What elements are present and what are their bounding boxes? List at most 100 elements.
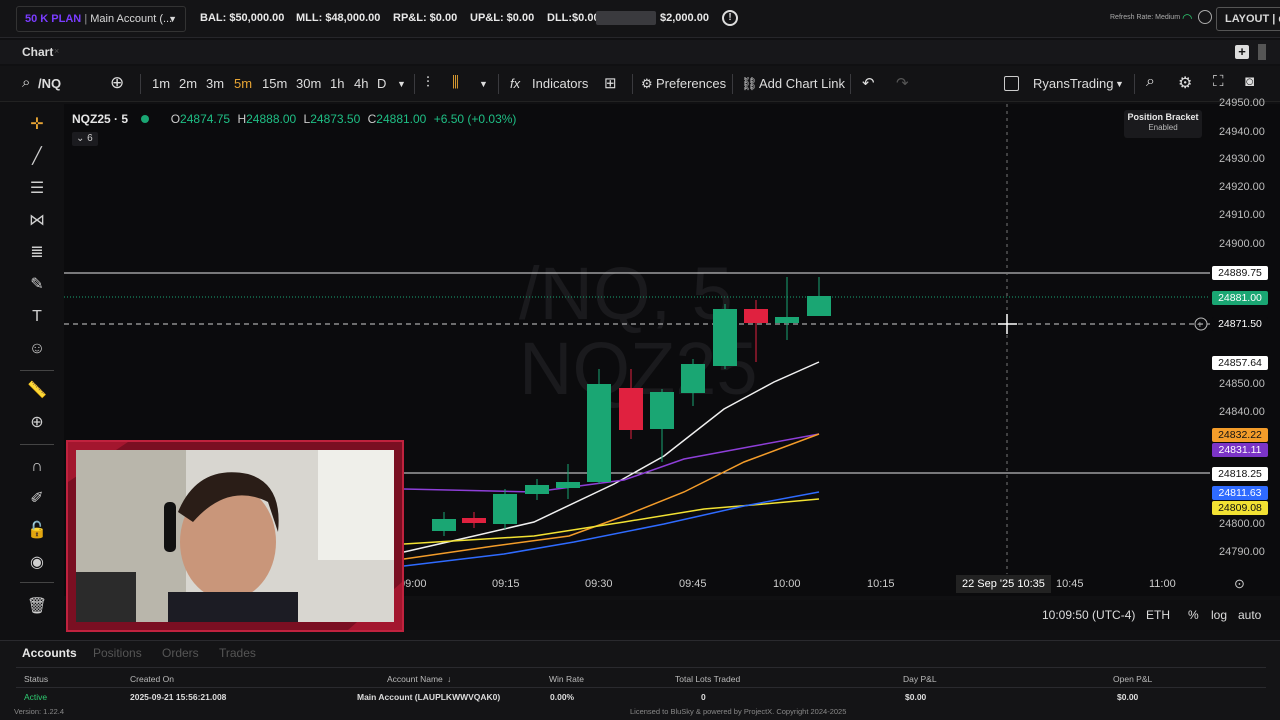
timeframe-4h[interactable]: 4h: [354, 76, 368, 91]
axis-settings-icon[interactable]: ⊙: [1234, 576, 1245, 592]
info-icon[interactable]: !: [722, 10, 738, 26]
pencil-lock-icon[interactable]: ✐: [26, 488, 48, 510]
position-bracket-label: Position Bracket: [1127, 112, 1199, 122]
price-label-ma-purple: 24831.11: [1212, 443, 1268, 457]
templates-grid-icon[interactable]: ⊞: [604, 74, 617, 92]
daily-loss-progress-bar: [596, 11, 656, 25]
checkbox[interactable]: [1004, 76, 1019, 91]
fullscreen-icon[interactable]: ⛶: [1213, 73, 1224, 90]
tab-chart[interactable]: Chart: [22, 45, 53, 59]
pattern-icon[interactable]: ⋈: [26, 210, 48, 232]
account-name-value[interactable]: Main Account (LAUPLKWWVQAK0): [357, 692, 500, 702]
undo-icon[interactable]: ↶: [862, 74, 875, 92]
timeframe-d[interactable]: D: [377, 76, 386, 91]
redo-icon[interactable]: ↷: [896, 74, 909, 92]
col-account-name[interactable]: Account Name: [387, 674, 443, 684]
profile-selector[interactable]: RyansTrading: [1033, 76, 1113, 91]
symbol-search[interactable]: /NQ: [38, 76, 61, 91]
settings-icon[interactable]: ⚙: [1178, 73, 1192, 93]
auto-toggle[interactable]: auto: [1238, 608, 1261, 622]
timeframe-15m[interactable]: 15m: [262, 76, 287, 91]
price-tick: 24900.00: [1219, 238, 1265, 250]
indicator-toggle[interactable]: ⌄ 6: [72, 132, 98, 146]
candle[interactable]: [493, 494, 517, 524]
candle[interactable]: [619, 388, 643, 430]
drawing-toolbar: ✛ ╱ ☰ ⋈ ≣ ✎ T ☺ 📏 ⊕ ∩ ✐ 🔓 ◉ 🗑: [0, 104, 64, 634]
bar-chart-icon[interactable]: ⫶: [426, 74, 430, 91]
session-toggle[interactable]: ETH: [1146, 608, 1170, 622]
price-tick: 24790.00: [1219, 546, 1265, 558]
wifi-icon: ◠: [1182, 11, 1193, 25]
add-symbol-icon[interactable]: ⊕: [110, 73, 124, 93]
close-value: 24881.00: [376, 112, 427, 126]
add-chart-link-button[interactable]: Add Chart Link: [759, 76, 845, 91]
timeframe-1m[interactable]: 1m: [152, 76, 170, 91]
created-on-value: 2025-09-21 15:56:21.008: [130, 692, 227, 702]
chart-symbol[interactable]: NQZ25 · 5: [72, 112, 128, 126]
low-value: 24873.50: [310, 112, 361, 126]
price-tick: 24950.00: [1219, 97, 1265, 109]
panel-scrollbar[interactable]: [1258, 44, 1266, 60]
tab-trades[interactable]: Trades: [219, 646, 256, 660]
camera-icon[interactable]: ◙: [1245, 73, 1254, 90]
percent-toggle[interactable]: %: [1188, 608, 1199, 622]
tab-positions[interactable]: Positions: [93, 646, 142, 660]
chevron-down-icon[interactable]: ▼: [1115, 79, 1124, 89]
timeframe-2m[interactable]: 2m: [179, 76, 197, 91]
zoom-search-icon[interactable]: ⌕: [1146, 73, 1155, 91]
tab-accounts[interactable]: Accounts: [22, 646, 77, 660]
add-panel-icon[interactable]: +: [1235, 45, 1249, 59]
text-icon[interactable]: T: [26, 306, 48, 328]
realized-pnl: RP&L: $0.00: [393, 12, 458, 24]
candle[interactable]: [775, 317, 799, 323]
timeframe-30m[interactable]: 30m: [296, 76, 321, 91]
candle[interactable]: [650, 392, 674, 429]
ruler-icon[interactable]: 📏: [26, 380, 48, 402]
log-toggle[interactable]: log: [1211, 608, 1227, 622]
candle[interactable]: [432, 519, 456, 531]
close-icon[interactable]: ×: [54, 46, 59, 56]
col-open-pnl[interactable]: Open P&L: [1113, 674, 1152, 684]
horizontal-lines-icon[interactable]: ☰: [26, 178, 48, 200]
candle[interactable]: [744, 309, 768, 323]
candle[interactable]: [807, 296, 831, 316]
layout-button[interactable]: LAYOUT | de: [1216, 7, 1280, 31]
account-selector[interactable]: 50 K PLAN | Main Account (... ▼: [16, 6, 186, 32]
candle[interactable]: [462, 518, 486, 523]
magnet-icon[interactable]: ∩: [26, 456, 48, 478]
brush-icon[interactable]: ✎: [26, 274, 48, 296]
timeframe-1h[interactable]: 1h: [330, 76, 344, 91]
timeframe-3m[interactable]: 3m: [206, 76, 224, 91]
settings-circle-icon[interactable]: [1198, 10, 1212, 24]
candle[interactable]: [556, 482, 580, 488]
indicators-button[interactable]: Indicators: [532, 76, 588, 91]
trend-line-icon[interactable]: ╱: [26, 146, 48, 168]
candle[interactable]: [525, 485, 549, 494]
col-win-rate[interactable]: Win Rate: [549, 674, 584, 684]
col-total-lots[interactable]: Total Lots Traded: [675, 674, 740, 684]
preferences-button[interactable]: Preferences: [656, 76, 726, 91]
candle[interactable]: [681, 364, 705, 393]
emoji-icon[interactable]: ☺: [26, 338, 48, 360]
price-tick: 24840.00: [1219, 406, 1265, 418]
tab-orders[interactable]: Orders: [162, 646, 199, 660]
candle[interactable]: [713, 309, 737, 366]
sort-arrow-icon[interactable]: ↓: [447, 674, 451, 684]
col-day-pnl[interactable]: Day P&L: [903, 674, 937, 684]
chevron-down-icon[interactable]: ▼: [397, 79, 406, 89]
candle[interactable]: [587, 384, 611, 482]
svg-text:+: +: [1197, 320, 1203, 331]
search-icon[interactable]: ⌕: [22, 74, 30, 91]
fib-icon[interactable]: ≣: [26, 242, 48, 264]
trash-icon[interactable]: 🗑: [26, 596, 48, 618]
col-created-on[interactable]: Created On: [130, 674, 174, 684]
eye-icon[interactable]: ◉: [26, 552, 48, 574]
chevron-down-icon[interactable]: ▼: [479, 79, 488, 89]
col-status[interactable]: Status: [24, 674, 48, 684]
position-bracket-badge[interactable]: Position Bracket Enabled: [1124, 110, 1202, 138]
timeframe-5m[interactable]: 5m: [234, 76, 252, 91]
zoom-in-icon[interactable]: ⊕: [26, 412, 48, 434]
crosshair-icon[interactable]: ✛: [26, 114, 48, 136]
candlestick-icon[interactable]: ⫼: [452, 74, 459, 91]
lock-icon[interactable]: 🔓: [26, 520, 48, 542]
